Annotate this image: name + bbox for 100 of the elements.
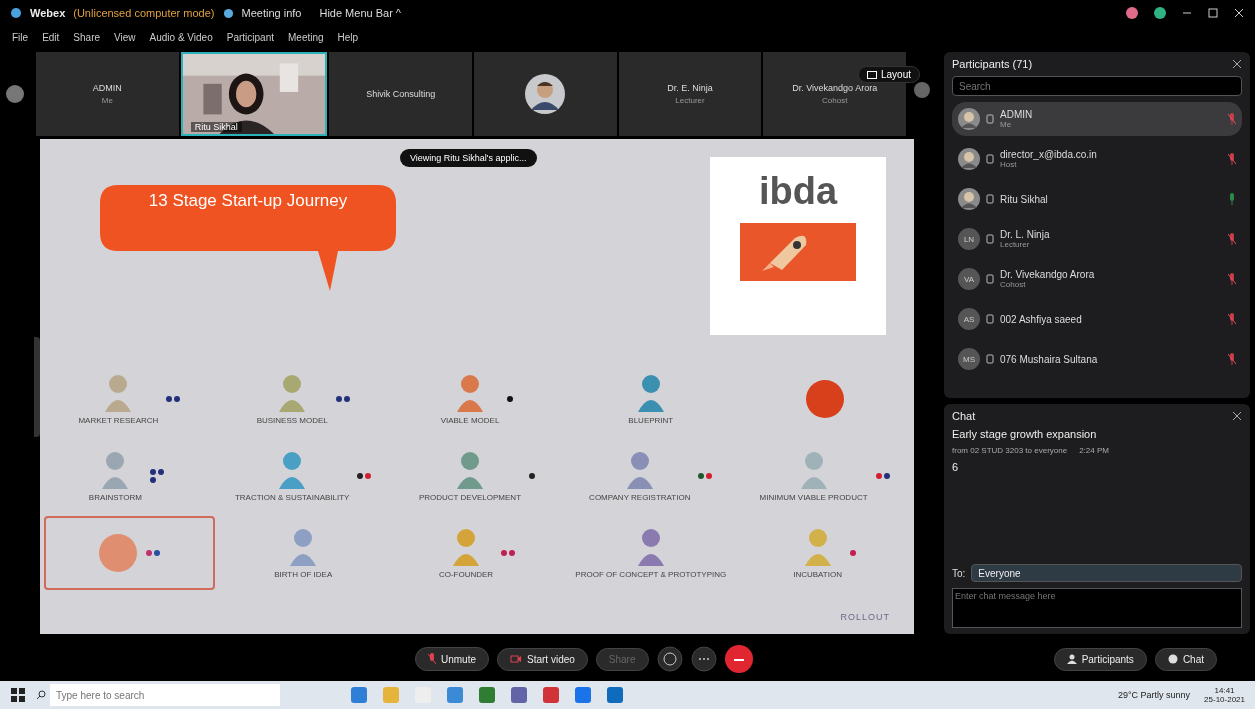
scroll-left-icon[interactable] bbox=[6, 85, 24, 103]
app-icon[interactable] bbox=[350, 686, 368, 704]
stage-cell[interactable]: INCUBATION bbox=[739, 516, 910, 590]
recipient-dropdown[interactable]: Everyone bbox=[971, 564, 1242, 582]
rocket-icon bbox=[740, 223, 856, 281]
message-time: 2:24 PM bbox=[1079, 446, 1109, 455]
scroll-right-icon[interactable] bbox=[914, 82, 930, 98]
stage-label: MARKET RESEARCH bbox=[78, 415, 159, 425]
start-video-button[interactable]: Start video bbox=[497, 647, 588, 671]
reactions-icon[interactable] bbox=[656, 646, 683, 672]
stage-cell[interactable]: MINIMUM VIABLE PRODUCT bbox=[739, 439, 910, 513]
menu-item[interactable]: View bbox=[114, 31, 136, 43]
app-icon[interactable] bbox=[510, 686, 528, 704]
panel-handle[interactable] bbox=[34, 336, 40, 437]
phone-icon bbox=[986, 314, 994, 324]
participant-row[interactable]: VA Dr. Vivekandgo Arora Cohost bbox=[952, 262, 1242, 296]
stage-label: BLUEPRINT bbox=[628, 415, 674, 425]
close-icon[interactable] bbox=[1232, 411, 1242, 421]
video-tile[interactable] bbox=[474, 52, 617, 136]
microphone-icon[interactable] bbox=[1228, 233, 1236, 245]
layout-button[interactable]: Layout bbox=[857, 66, 920, 83]
participant-name: Dr. E. Ninja bbox=[667, 83, 713, 93]
stage-cell[interactable] bbox=[44, 516, 215, 590]
participant-row[interactable]: MS 076 Mushaira Sultana bbox=[952, 342, 1242, 376]
microphone-icon[interactable] bbox=[1228, 273, 1236, 285]
app-icon[interactable] bbox=[478, 686, 496, 704]
record-icon[interactable] bbox=[1125, 6, 1139, 20]
menu-item[interactable]: Share bbox=[73, 31, 101, 43]
video-tile[interactable]: ADMIN Me bbox=[36, 52, 179, 136]
participant-role: Lecturer bbox=[1000, 240, 1031, 249]
participant-row[interactable]: ADMIN Me bbox=[952, 102, 1242, 136]
app-name: Webex bbox=[30, 7, 66, 19]
menu-item[interactable]: Audio & Video bbox=[149, 31, 213, 43]
menu-item[interactable]: Edit bbox=[42, 31, 60, 43]
layout-icon bbox=[866, 70, 877, 79]
search-field[interactable]: Search bbox=[952, 76, 1242, 96]
participant-row[interactable]: Ritu Sikhal bbox=[952, 182, 1242, 216]
message-sender: from 02 STUD 3203 to everyone bbox=[952, 446, 1068, 455]
menu-item[interactable]: Help bbox=[337, 31, 359, 43]
menu-item[interactable]: File bbox=[12, 31, 29, 43]
participant-row[interactable]: LN Dr. L. Ninja Lecturer bbox=[952, 222, 1242, 256]
microphone-icon[interactable] bbox=[1228, 353, 1236, 365]
avatar: AS bbox=[958, 308, 980, 330]
stage-label: MINIMUM VIABLE PRODUCT bbox=[759, 492, 868, 502]
video-tile[interactable]: Dr. E. Ninja Lecturer bbox=[618, 52, 762, 136]
video-tile[interactable]: Shivik Consulting bbox=[329, 52, 472, 136]
participant-role: Cohost bbox=[822, 96, 848, 105]
phone-icon bbox=[986, 114, 994, 124]
chat-message: Early stage growth expansion bbox=[952, 428, 1098, 440]
phone-icon bbox=[986, 274, 994, 284]
stage-cell[interactable]: BLUEPRINT bbox=[565, 362, 737, 436]
stage-cell[interactable]: COMPANY REGISTRATION bbox=[565, 439, 737, 513]
participant-name: Dr. Vivekandgo Arora bbox=[792, 83, 878, 93]
microphone-icon[interactable] bbox=[1228, 193, 1236, 205]
stage-cell[interactable]: PRODUCT DEVELOPMENT bbox=[391, 439, 563, 513]
microphone-icon[interactable] bbox=[1228, 313, 1236, 325]
participant-name: ADMIN bbox=[92, 83, 122, 93]
stage-cell[interactable]: PROOF OF CONCEPT & PROTOTYPING bbox=[565, 516, 737, 590]
stage-label: INCUBATION bbox=[793, 569, 842, 579]
start-icon[interactable] bbox=[10, 687, 26, 703]
participants-button[interactable]: Participants bbox=[1053, 647, 1147, 671]
stage-label: COMPANY REGISTRATION bbox=[589, 492, 691, 502]
participant-row[interactable]: director_x@ibda.co.in Host bbox=[952, 142, 1242, 176]
popout-icon[interactable] bbox=[1207, 7, 1219, 19]
participant-row[interactable]: AS 002 Ashfiya saeed bbox=[952, 302, 1242, 336]
close-icon[interactable] bbox=[1233, 7, 1245, 19]
status-icon[interactable] bbox=[1153, 6, 1167, 20]
menu-item[interactable]: Participant bbox=[226, 31, 274, 43]
video-tile[interactable]: Ritu Sikhal bbox=[180, 52, 328, 136]
app-icon[interactable] bbox=[446, 686, 464, 704]
hide-menu-link[interactable]: Hide Menu Bar ^ bbox=[319, 7, 402, 19]
stage-cell[interactable]: CO-FOUNDER bbox=[391, 516, 563, 590]
microphone-icon[interactable] bbox=[1228, 113, 1236, 125]
participant-role: Cohost bbox=[1000, 280, 1027, 289]
clock-date: 25-10-2021 bbox=[1204, 695, 1245, 704]
unmute-button[interactable]: Unmute bbox=[415, 647, 489, 671]
app-icon[interactable] bbox=[574, 686, 592, 704]
chat-button[interactable]: Chat bbox=[1154, 647, 1217, 671]
avatar: VA bbox=[958, 268, 980, 290]
app-icon[interactable] bbox=[542, 686, 560, 704]
chat-input[interactable]: Enter chat message here bbox=[952, 588, 1242, 628]
stage-cell[interactable]: VIABLE MODEL bbox=[391, 362, 563, 436]
stage-cell[interactable]: MARKET RESEARCH bbox=[44, 362, 215, 436]
participant-name: Dr. L. Ninja bbox=[1000, 229, 1051, 240]
search-icon bbox=[36, 690, 46, 700]
taskbar-search-field[interactable]: Type here to search bbox=[50, 684, 280, 706]
meeting-info-link[interactable]: Meeting info bbox=[241, 7, 302, 19]
menu-item[interactable]: Meeting bbox=[288, 31, 324, 43]
phone-icon bbox=[986, 234, 994, 244]
app-icon[interactable] bbox=[606, 686, 624, 704]
stage-cell[interactable]: BUSINESS MODEL bbox=[217, 362, 389, 436]
slide-footer: ROLLOUT bbox=[840, 612, 890, 622]
stage-cell[interactable]: BRAINSTORM bbox=[44, 439, 215, 513]
microphone-icon[interactable] bbox=[1228, 153, 1236, 165]
stage-label: PRODUCT DEVELOPMENT bbox=[418, 492, 522, 502]
leave-icon[interactable] bbox=[724, 645, 753, 673]
stage-cell[interactable]: TRACTION & SUSTAINABILITY bbox=[217, 439, 389, 513]
close-icon[interactable] bbox=[1232, 59, 1242, 69]
stage-cell[interactable]: BIRTH OF IDEA bbox=[217, 516, 389, 590]
participant-name: 076 Mushaira Sultana bbox=[1000, 353, 1099, 365]
